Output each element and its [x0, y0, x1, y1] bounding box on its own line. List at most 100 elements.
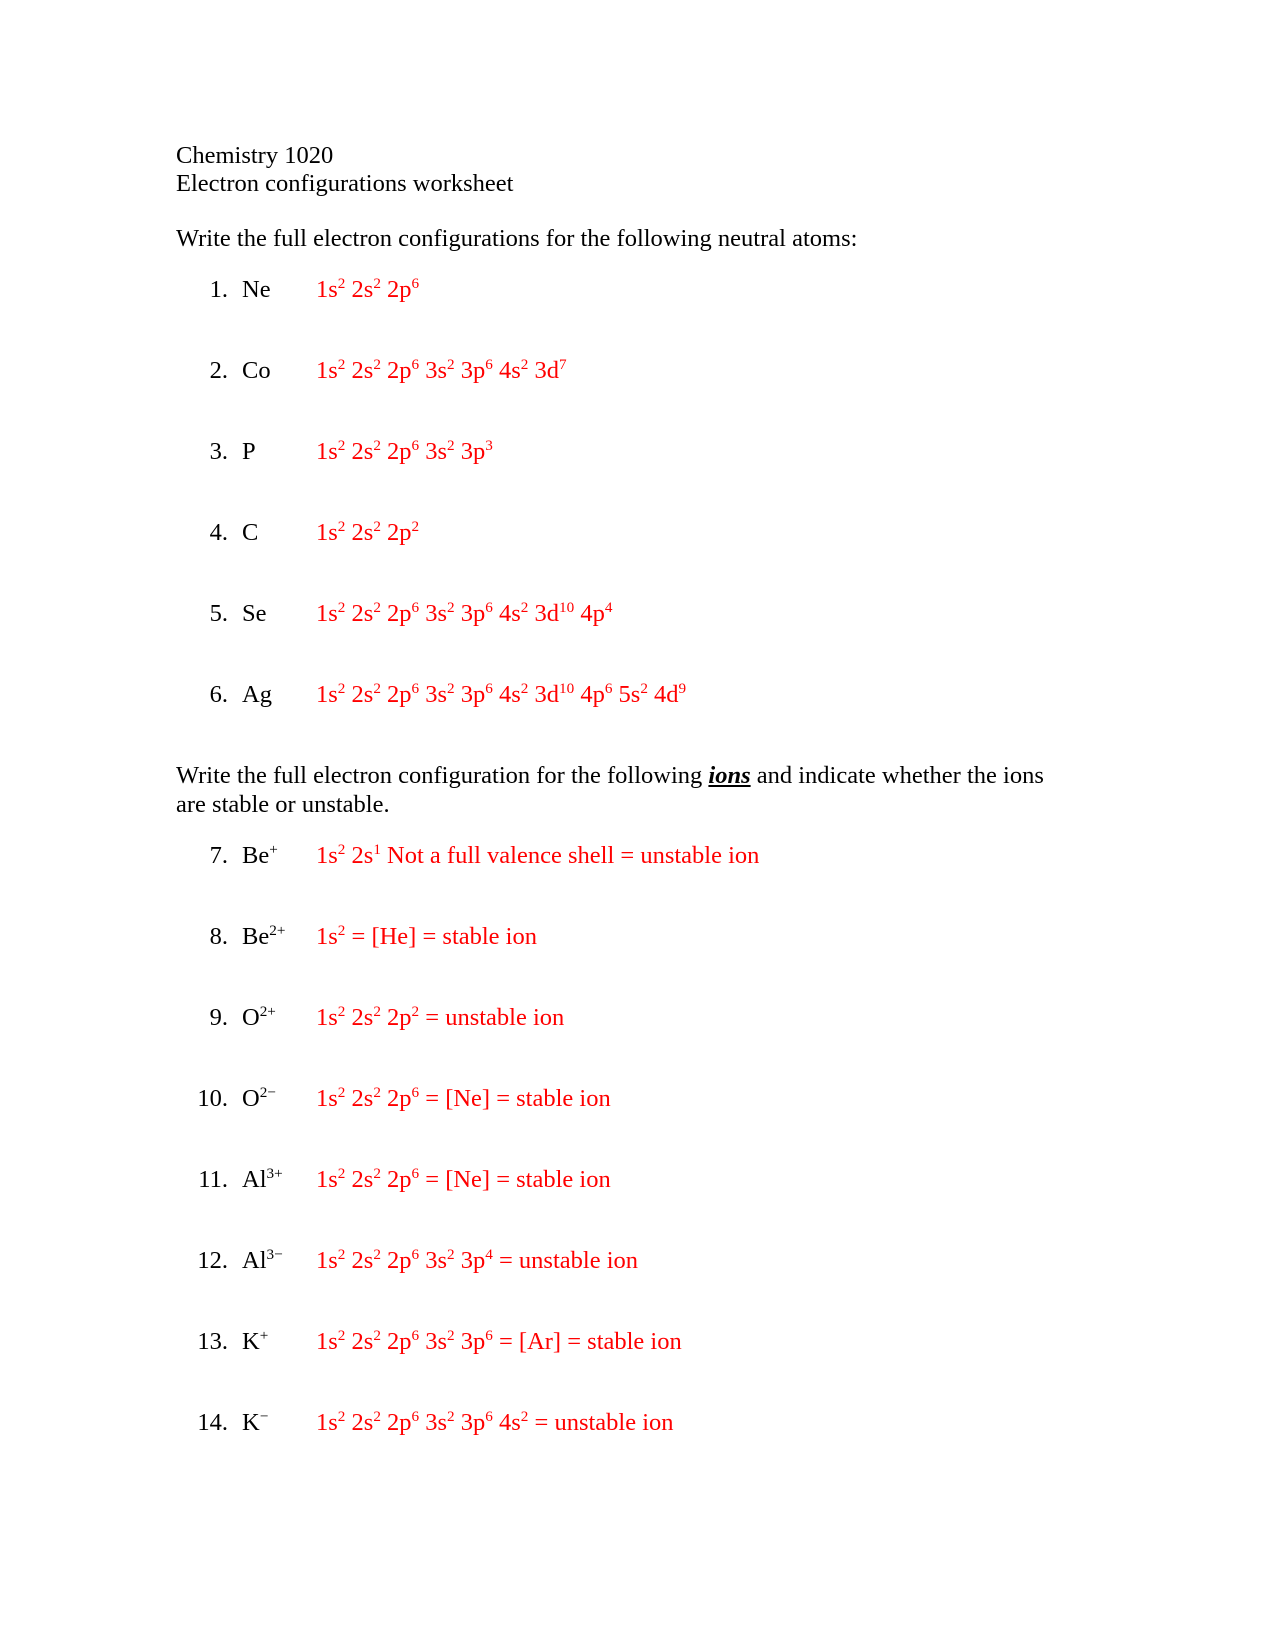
electron-configuration-answer: 1s2 2s2 2p6 3s2 3p6 = [Ar] = stable ion [316, 1326, 682, 1355]
orbital-superscript: 6 [411, 274, 420, 292]
orbital-superscript: 2 [447, 1407, 455, 1425]
stability-note: = [Ne] = stable ion [425, 1166, 611, 1193]
element-symbol: K− [242, 1407, 269, 1436]
ion-charge-superscript: 3+ [266, 1164, 283, 1182]
element-symbol: Se [242, 600, 267, 627]
orbital-superscript: 3 [485, 436, 493, 454]
orbital-superscript: 2 [447, 598, 455, 616]
orbital-superscript: 2 [337, 598, 346, 616]
problem-number: 11. [198, 1166, 228, 1193]
problem-number: 8. [209, 923, 228, 950]
electron-configuration-answer: 1s2 2s2 2p6 3s2 3p6 4s2 3d7 [316, 355, 567, 384]
worksheet-subtitle: Electron configurations worksheet [176, 170, 514, 197]
problem-number: 9. [209, 1004, 228, 1031]
stability-note: = unstable ion [425, 1004, 565, 1031]
orbital-superscript: 2 [520, 1407, 529, 1425]
orbital-superscript: 6 [485, 598, 493, 616]
electron-configuration-answer: 1s2 2s1 Not a full valence shell = unsta… [316, 840, 760, 869]
orbital-superscript: 7 [559, 355, 567, 373]
ion-charge-superscript: 2− [259, 1083, 276, 1101]
ion-charge-superscript: 2+ [269, 921, 286, 939]
worksheet-page: Chemistry 1020 Electron configurations w… [0, 0, 1275, 1650]
element-symbol: Ne [242, 276, 271, 303]
problem-number: 3. [209, 438, 228, 465]
electron-configuration-answer: 1s2 2s2 2p6 3s2 3p6 4s2 3d10 4p6 5s2 4d9 [316, 679, 687, 708]
problem-number: 13. [197, 1328, 228, 1355]
element-symbol: Al3− [242, 1245, 283, 1274]
orbital-superscript: 2 [337, 355, 346, 373]
orbital-superscript: 2 [373, 1407, 381, 1425]
electron-configuration-answer: 1s2 2s2 2p6 = [Ne] = stable ion [316, 1164, 611, 1193]
orbital-superscript: 2 [337, 1245, 346, 1263]
problem-row: 14. K− 1s2 2s2 2p6 3s2 3p6 4s2 = unstable … [176, 1407, 674, 1438]
orbital-superscript: 2 [337, 1407, 346, 1425]
problem-row: 12. Al3− 1s2 2s2 2p6 3s2 3p4 = unstable io… [176, 1246, 638, 1276]
element-symbol: O2− [242, 1083, 276, 1112]
course-title: Chemistry 1020 [176, 142, 334, 169]
orbital-superscript: 10 [559, 598, 575, 616]
element-symbol: K+ [242, 1326, 269, 1355]
orbital-superscript: 2 [640, 679, 648, 697]
instruction-emphasis-ions: ions [708, 762, 751, 789]
element-symbol: Be+ [242, 840, 278, 869]
ion-charge-superscript: + [269, 840, 278, 858]
orbital-superscript: 6 [411, 1245, 420, 1263]
orbital-superscript: 2 [373, 274, 381, 292]
orbital-superscript: 6 [411, 1407, 420, 1425]
problem-number: 10. [197, 1085, 228, 1112]
orbital-superscript: 6 [604, 679, 613, 697]
orbital-superscript: 6 [485, 355, 493, 373]
orbital-superscript: 2 [447, 679, 455, 697]
orbital-superscript: 6 [411, 1326, 420, 1344]
problem-number: 5. [209, 600, 228, 627]
element-symbol: Be2+ [242, 921, 286, 950]
problem-row: 6. Ag 1s2 2s2 2p6 3s2 3p6 4s2 3d10 4p6 5s2… [176, 679, 687, 710]
electron-configuration-answer: 1s2 2s2 2p6 3s2 3p6 4s2 = unstable ion [316, 1407, 674, 1436]
orbital-superscript: 2 [373, 1002, 381, 1020]
orbital-superscript: 2 [373, 1164, 381, 1182]
problem-row: 7. Be+ 1s2 2s1 Not a full valence shell = … [176, 840, 760, 871]
orbital-superscript: 2 [337, 274, 346, 292]
orbital-superscript: 4 [604, 598, 613, 616]
stability-note: = unstable ion [534, 1409, 674, 1436]
problem-number: 2. [209, 357, 228, 384]
stability-note: = [Ne] = stable ion [425, 1085, 611, 1112]
orbital-superscript: 2 [373, 1326, 381, 1344]
problem-row: 5. Se 1s2 2s2 2p6 3s2 3p6 4s2 3d10 4p4 [176, 598, 613, 629]
orbital-superscript: 2 [447, 355, 455, 373]
orbital-superscript: 2 [337, 436, 346, 454]
stability-note: = unstable ion [498, 1247, 639, 1274]
orbital-superscript: 2 [373, 517, 381, 535]
problem-row: 3. P 1s2 2s2 2p6 3s2 3p3 [176, 437, 493, 467]
problem-row: 9. O2+ 1s2 2s2 2p2 = unstable ion [176, 1002, 565, 1033]
orbital-superscript: 6 [411, 598, 420, 616]
orbital-superscript: 2 [337, 679, 346, 697]
stability-note: = [He] = stable ion [351, 923, 537, 950]
orbital-superscript: 2 [373, 355, 381, 373]
instruction-neutral-atoms: Write the full electron configurations f… [176, 225, 858, 252]
orbital-superscript: 2 [447, 1326, 455, 1344]
electron-configuration-answer: 1s2 2s2 2p6 3s2 3p6 4s2 3d10 4p4 [316, 598, 613, 627]
problem-row: 8. Be2+ 1s2 = [He] = stable ion [176, 922, 537, 952]
orbital-superscript: 2 [373, 1083, 381, 1101]
orbital-superscript: 2 [373, 679, 381, 697]
orbital-superscript: 2 [447, 1245, 455, 1263]
orbital-superscript: 1 [373, 840, 381, 858]
orbital-superscript: 2 [447, 436, 455, 454]
electron-configuration-answer: 1s2 2s2 2p2 [316, 517, 420, 546]
electron-configuration-answer: 1s2 2s2 2p6 [316, 274, 420, 303]
ions-problem-list: 7. Be+ 1s2 2s1 Not a full valence shell = … [176, 841, 1076, 1489]
orbital-superscript: 6 [411, 1164, 420, 1182]
orbital-superscript: 2 [337, 1002, 346, 1020]
electron-configuration-answer: 1s2 2s2 2p2 = unstable ion [316, 1002, 565, 1031]
electron-configuration-answer: 1s2 = [He] = stable ion [316, 921, 537, 950]
ion-charge-superscript: 3− [266, 1245, 283, 1263]
orbital-superscript: 2 [337, 1326, 346, 1344]
orbital-superscript: 2 [520, 679, 529, 697]
problem-number: 6. [209, 681, 228, 708]
element-symbol: O2+ [242, 1002, 276, 1031]
orbital-superscript: 6 [411, 1083, 420, 1101]
orbital-superscript: 6 [485, 679, 493, 697]
orbital-superscript: 2 [337, 840, 346, 858]
orbital-superscript: 2 [373, 1245, 381, 1263]
